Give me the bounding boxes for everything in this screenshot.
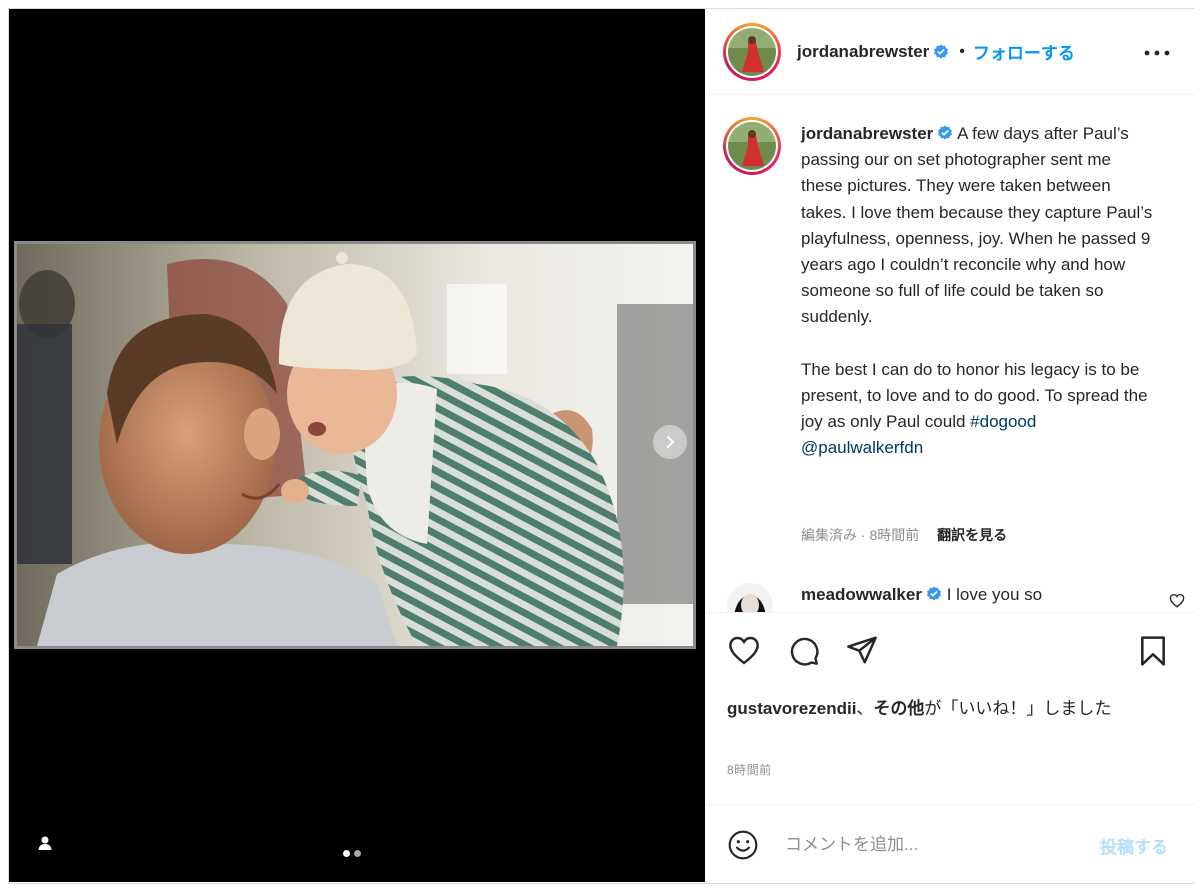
more-icon [1144,50,1170,56]
tagged-users-button[interactable] [33,831,57,855]
save-button[interactable] [1139,635,1167,672]
comment-input[interactable] [783,829,1077,861]
caption-meta: 編集済み · 8時間前 翻訳を見る [801,525,1007,545]
bookmark-icon [1141,636,1165,666]
like-button[interactable] [727,635,761,670]
action-bar [705,612,1194,670]
heart-icon [1169,593,1185,608]
emoji-button[interactable] [727,829,759,866]
emoji-icon [728,830,758,860]
see-translation-button[interactable]: 翻訳を見る [937,527,1007,543]
caption-avatar[interactable] [723,117,781,175]
comment-item: meadowwalker I love you so [727,583,1185,613]
avatar-image [728,122,776,170]
next-photo-button[interactable] [653,425,687,459]
more-options-button[interactable] [1144,39,1170,59]
comment-button[interactable] [787,635,821,672]
carousel-indicator [343,850,361,857]
share-icon [847,636,877,664]
comment-text: I love you so [946,585,1043,604]
post-timestamp: 8時間前 [727,763,772,777]
edited-time: 編集済み · 8時間前 [801,527,920,543]
likes-others-link[interactable]: その他 [873,699,924,718]
verified-badge-icon [926,586,941,601]
caption-text: jordanabrewster A few days after Paul’s … [801,121,1153,461]
carousel-dot [354,850,361,857]
likes-summary: gustavorezendii、その他が「いいね！」しました [727,696,1167,722]
photo-illustration [17,244,693,646]
comments-area: jordanabrewster A few days after Paul’s … [705,95,1194,613]
post-sidebar: jordanabrewster • フォローする jordanabrewster… [705,9,1194,882]
verified-badge-icon [934,44,949,58]
liker-username[interactable]: gustavorezendii [727,699,856,718]
avatar-image [727,583,773,613]
person-icon [38,836,52,850]
comment-icon [790,637,819,666]
media-panel [9,9,705,882]
post-comment-button[interactable]: 投稿する [1100,833,1168,858]
header-username[interactable]: jordanabrewster [797,42,929,62]
profile-avatar[interactable] [723,23,781,81]
likes-conjunction: 、 [856,699,874,718]
comment-avatar[interactable] [727,583,773,613]
caption-paragraph-1: A few days after Paul’s passing our on s… [801,124,1153,327]
avatar-image [728,28,776,76]
verified-badge-icon [938,125,953,140]
hashtag-link[interactable]: #dogood [970,412,1036,431]
post-header: jordanabrewster • フォローする [705,9,1194,95]
post-photo [14,241,696,649]
likes-suffix: が「いいね！」しました [924,699,1112,718]
comment-like-button[interactable] [1169,593,1185,613]
mention-link[interactable]: @paulwalkerfdn [801,438,923,457]
comment-username[interactable]: meadowwalker [801,585,922,604]
carousel-dot-active [343,850,350,857]
add-comment-bar: 投稿する [705,804,1194,882]
share-button[interactable] [845,635,879,670]
header-separator: • [959,42,965,60]
heart-icon [729,636,759,665]
caption-username[interactable]: jordanabrewster [801,124,933,143]
follow-button[interactable]: フォローする [973,39,1075,64]
chevron-right-icon [667,436,675,448]
